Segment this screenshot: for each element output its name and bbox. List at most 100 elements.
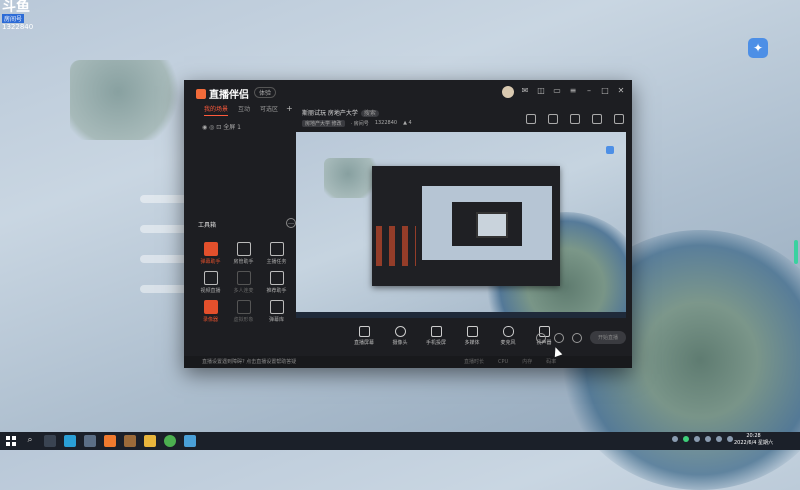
- stream-preview[interactable]: [296, 132, 626, 318]
- search-icon[interactable]: ⌕: [24, 435, 36, 447]
- category-chip[interactable]: 房地产大学 修改: [302, 120, 345, 127]
- app-name: 直播伴侣: [209, 90, 249, 101]
- tray-icon[interactable]: [694, 436, 700, 442]
- preview-taskbar: [296, 312, 626, 318]
- tool-recommend[interactable]: 推荐助手: [260, 271, 293, 294]
- download-icon: [236, 271, 251, 285]
- clock-time: 20:28: [746, 433, 761, 439]
- streaming-app-window: 直播伴侣 体验 ✉ ◫ ▭ ≡ – □ ✕ 我的场景 互动 可选区 + ◉ ◎ …: [184, 80, 632, 368]
- avatar[interactable]: [502, 86, 514, 98]
- tool-danmaku[interactable]: 弹幕助手: [194, 242, 227, 265]
- tool-room-admin[interactable]: 房管助手: [227, 242, 260, 265]
- grid-icon[interactable]: [570, 114, 580, 124]
- settings-gear-icon[interactable]: [572, 332, 582, 343]
- side-handle[interactable]: [794, 240, 798, 264]
- danmaku-icon: [203, 242, 218, 256]
- microphone-icon: [502, 326, 514, 337]
- toolbox-grid: 弹幕助手 房管助手 主播任务 视频直播 多人连麦 推荐助手 录像器 虚拟形象 弹…: [194, 242, 294, 323]
- tray-icon[interactable]: [672, 436, 678, 442]
- window-controls: ✉ ◫ ▭ ≡ – □ ✕: [502, 86, 626, 98]
- tab-interact[interactable]: 互动: [238, 104, 250, 116]
- room-tag[interactable]: 搜索: [360, 110, 379, 117]
- version-badge[interactable]: 体验: [254, 87, 277, 98]
- tv-icon: [269, 300, 284, 314]
- source-controls: 直播屏幕 摄像头 手机投屏 多媒体 麦克风 扬声器: [352, 326, 556, 346]
- help-link[interactable]: 直播设置遇到障碍? 点击直播设置帮助答疑: [202, 356, 296, 368]
- tray-icon[interactable]: [683, 436, 689, 442]
- app-logo-icon: [196, 89, 206, 99]
- system-tray: [672, 436, 733, 442]
- screen-button[interactable]: 直播屏幕: [352, 326, 376, 346]
- media-button[interactable]: 多媒体: [460, 326, 484, 346]
- tool-video[interactable]: 视频直播: [194, 271, 227, 294]
- timer-icon[interactable]: [554, 332, 564, 343]
- edge-browser-icon[interactable]: [64, 435, 76, 447]
- stream-brand-overlay: 斗鱼 房间号 1322840: [0, 0, 40, 31]
- camera-icon: [394, 326, 406, 337]
- start-button[interactable]: [6, 436, 16, 446]
- room-title-text: 斯丽试玩 房地产大学: [302, 110, 358, 117]
- app-logo: 直播伴侣: [196, 86, 249, 101]
- tool-avatar[interactable]: 虚拟形象: [227, 300, 260, 323]
- close-icon[interactable]: ✕: [616, 86, 626, 98]
- nested-preview: [422, 186, 552, 260]
- record-icon: [203, 300, 218, 314]
- room-number: 1322840: [2, 23, 34, 31]
- ime-icon[interactable]: [727, 436, 733, 442]
- toolbox-more-icon[interactable]: …: [286, 218, 296, 228]
- fans-count: ▲ 4: [403, 120, 412, 126]
- layout-icon[interactable]: [526, 114, 536, 124]
- task-icon: [269, 242, 284, 256]
- bell-icon[interactable]: [592, 114, 602, 124]
- windows-taskbar: ⌕ 20:28 2022/6/4 星期六: [0, 432, 800, 450]
- menu-icon[interactable]: ≡: [568, 86, 578, 98]
- video-icon: [203, 271, 218, 285]
- phone-cast-button[interactable]: 手机投屏: [424, 326, 448, 346]
- microphone-button[interactable]: 麦克风: [496, 326, 520, 346]
- scene-item-label: 全屏 1: [223, 124, 241, 131]
- game-icon[interactable]: [124, 435, 136, 447]
- camera-button[interactable]: 摄像头: [388, 326, 412, 346]
- edit-category-button[interactable]: 修改: [332, 121, 342, 127]
- lock-icon[interactable]: [548, 114, 558, 124]
- tool-co-host[interactable]: 多人连麦: [227, 271, 260, 294]
- clock[interactable]: 20:28 2022/6/4 星期六: [734, 433, 773, 447]
- gift-icon[interactable]: ◫: [536, 86, 546, 98]
- steam-icon[interactable]: [84, 435, 96, 447]
- network-icon[interactable]: [705, 436, 711, 442]
- phone-cast-icon: [430, 326, 442, 337]
- scene-item[interactable]: ◉ ◎ ⊡ 全屏 1: [190, 116, 290, 131]
- nested-toolbox: [376, 226, 416, 266]
- stream-app-icon[interactable]: [104, 435, 116, 447]
- nested-title-bar: [372, 166, 560, 176]
- tab-optional[interactable]: 可选区: [260, 104, 278, 116]
- preview-toolbar: [526, 114, 624, 124]
- star-icon: [269, 271, 284, 285]
- tab-scenes[interactable]: 我的场景: [204, 104, 229, 116]
- app-icon[interactable]: [184, 435, 196, 447]
- recursive-frame: [476, 212, 508, 238]
- tool-danmaku-library[interactable]: 弹幕库: [260, 300, 293, 323]
- room-id: 1322840: [374, 120, 398, 126]
- go-live-button[interactable]: 开始直播: [590, 331, 627, 344]
- clock-date: 2022/6/4 星期六: [734, 440, 774, 446]
- desktop-title-artwork: [70, 60, 190, 140]
- chrome-icon[interactable]: [164, 435, 176, 447]
- preview-bird-icon: [606, 146, 614, 154]
- maximize-icon[interactable]: □: [600, 86, 610, 98]
- record-toggle-icon[interactable]: [536, 332, 546, 343]
- toolbox-title: 工具箱: [198, 222, 217, 229]
- task-view-icon[interactable]: [44, 435, 56, 447]
- share-icon[interactable]: [614, 114, 624, 124]
- add-scene-icon[interactable]: +: [286, 104, 293, 113]
- tool-recorder[interactable]: 录像器: [194, 300, 227, 323]
- minimize-icon[interactable]: –: [584, 86, 594, 98]
- tool-tasks[interactable]: 主播任务: [260, 242, 293, 265]
- bird-icon[interactable]: ✦: [748, 38, 768, 58]
- volume-icon[interactable]: [716, 436, 722, 442]
- room-title: 斯丽试玩 房地产大学 搜索: [302, 108, 379, 117]
- mail-icon[interactable]: ✉: [520, 86, 530, 98]
- file-explorer-icon[interactable]: [144, 435, 156, 447]
- room-id-label: · 房间号: [350, 121, 369, 127]
- message-icon[interactable]: ▭: [552, 86, 562, 98]
